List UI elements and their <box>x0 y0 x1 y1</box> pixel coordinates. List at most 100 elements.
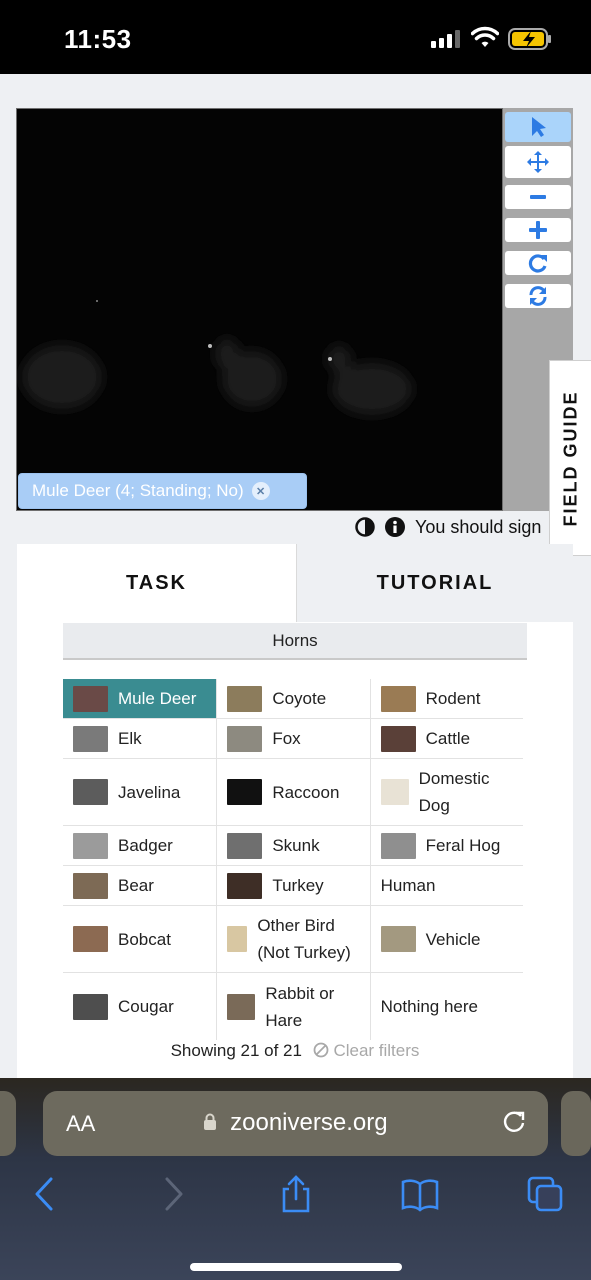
zoom-in-button[interactable] <box>505 218 571 242</box>
clock: 11:53 <box>64 24 132 54</box>
cellular-signal-icon <box>431 30 460 48</box>
clear-filters-button[interactable]: Clear filters <box>313 1041 420 1060</box>
close-icon[interactable]: ✕ <box>251 482 270 500</box>
species-mule-deer[interactable]: Mule Deer <box>63 679 217 718</box>
contrast-icon[interactable] <box>355 517 375 537</box>
species-turkey[interactable]: Turkey <box>216 866 369 905</box>
species-elk[interactable]: Elk <box>63 719 216 758</box>
annotation-chip[interactable]: Mule Deer (4; Standing; No) ✕ <box>18 473 307 509</box>
species-thumbnail <box>380 779 409 805</box>
species-row: Javelina Raccoon Domestic Dog <box>63 759 523 826</box>
rotate-button[interactable] <box>505 251 571 275</box>
tab-task[interactable]: TASK <box>17 544 296 622</box>
annotation-chip-label: Mule Deer (4; Standing; No) <box>32 481 244 500</box>
species-thumbnail <box>227 725 263 752</box>
species-thumbnail <box>227 993 256 1020</box>
lock-icon <box>204 1113 217 1130</box>
species-thumbnail <box>227 926 248 952</box>
status-bar: 11:53 <box>0 0 591 74</box>
species-row: Mule Deer Coyote Rodent <box>63 679 523 719</box>
species-other-bird[interactable]: Other Bird (Not Turkey) <box>216 906 369 972</box>
species-bobcat[interactable]: Bobcat <box>63 906 216 972</box>
browser-nav-bar <box>0 1174 591 1234</box>
species-nothing-here[interactable]: Nothing here <box>369 973 523 1040</box>
camera-trap-image[interactable] <box>16 108 503 511</box>
species-thumbnail <box>73 779 108 805</box>
reload-icon[interactable] <box>501 1109 527 1135</box>
classifier-page: FIELD GUIDE Mule Deer (4; Standing; No) … <box>0 74 591 1084</box>
species-fox[interactable]: Fox <box>216 719 369 758</box>
species-thumbnail <box>73 725 108 752</box>
species-thumbnail <box>227 872 263 899</box>
move-icon <box>527 151 549 173</box>
species-grid: Mule Deer Coyote Rodent Elk Fox Cattle J… <box>63 679 523 1040</box>
results-summary: Showing 21 of 21 Clear filters <box>17 1041 573 1061</box>
species-row: Cougar Rabbit or Hare Nothing here <box>63 973 523 1040</box>
share-icon[interactable] <box>276 1174 316 1214</box>
species-thumbnail <box>380 725 416 752</box>
species-human[interactable]: Human <box>369 866 523 905</box>
pointer-tool-button[interactable] <box>505 112 571 142</box>
species-javelina[interactable]: Javelina <box>63 759 216 825</box>
reset-button[interactable] <box>505 284 571 308</box>
species-cougar[interactable]: Cougar <box>63 973 216 1040</box>
browser-toolbar: AA zooniverse.org <box>0 1078 591 1280</box>
move-tool-button[interactable] <box>505 146 571 178</box>
home-indicator <box>190 1263 402 1271</box>
species-coyote[interactable]: Coyote <box>216 679 369 718</box>
rotate-icon <box>528 254 547 273</box>
species-cattle[interactable]: Cattle <box>369 719 523 758</box>
species-rodent[interactable]: Rodent <box>369 679 523 718</box>
species-domestic-dog[interactable]: Domestic Dog <box>369 759 523 825</box>
species-vehicle[interactable]: Vehicle <box>369 906 523 972</box>
species-thumbnail <box>73 685 108 712</box>
species-row: Elk Fox Cattle <box>63 719 523 759</box>
url-text: zooniverse.org <box>230 1109 388 1136</box>
pointer-icon <box>532 117 546 137</box>
bookmarks-icon[interactable] <box>400 1174 440 1214</box>
image-info-bar: You should sign <box>355 514 555 540</box>
species-thumbnail <box>73 926 108 952</box>
address-bar[interactable]: AA zooniverse.org <box>43 1091 548 1156</box>
species-thumbnail <box>380 685 416 712</box>
zoom-in-icon <box>529 221 547 239</box>
showing-count: Showing 21 of 21 <box>170 1041 302 1060</box>
field-guide-tab[interactable]: FIELD GUIDE <box>549 360 591 556</box>
species-thumbnail <box>227 685 263 712</box>
clear-filters-label: Clear filters <box>333 1041 420 1060</box>
species-thumbnail <box>73 993 108 1020</box>
species-thumbnail <box>380 832 416 859</box>
species-raccoon[interactable]: Raccoon <box>216 759 369 825</box>
sign-in-notice: You should sign <box>415 516 542 537</box>
zoom-out-button[interactable] <box>505 185 571 209</box>
task-panel: TASK TUTORIAL Horns Mule Deer Coyote Rod… <box>17 544 573 1084</box>
species-thumbnail <box>380 926 416 952</box>
night-deer-photo <box>17 109 502 510</box>
species-skunk[interactable]: Skunk <box>216 826 369 865</box>
tab-tutorial[interactable]: TUTORIAL <box>296 544 573 622</box>
previous-tab-preview[interactable] <box>0 1091 16 1156</box>
back-icon[interactable] <box>25 1174 65 1214</box>
species-thumbnail <box>227 779 263 805</box>
forward-icon[interactable] <box>153 1174 193 1214</box>
horns-filter-button[interactable]: Horns <box>63 623 527 660</box>
info-icon[interactable] <box>385 517 405 537</box>
tabs-icon[interactable] <box>525 1174 565 1214</box>
species-badger[interactable]: Badger <box>63 826 216 865</box>
ban-icon <box>313 1042 329 1058</box>
next-tab-preview[interactable] <box>561 1091 591 1156</box>
species-thumbnail <box>73 832 108 859</box>
species-feral-hog[interactable]: Feral Hog <box>369 826 523 865</box>
species-row: Badger Skunk Feral Hog <box>63 826 523 866</box>
task-tabs: TASK TUTORIAL <box>17 544 573 622</box>
species-rabbit-or-hare[interactable]: Rabbit or Hare <box>216 973 369 1040</box>
field-guide-label: FIELD GUIDE <box>560 389 581 527</box>
species-bear[interactable]: Bear <box>63 866 216 905</box>
species-thumbnail <box>73 872 108 899</box>
reset-icon <box>529 286 547 306</box>
species-row: Bobcat Other Bird (Not Turkey) Vehicle <box>63 906 523 973</box>
battery-icon <box>508 28 551 50</box>
zoom-out-icon <box>530 195 546 199</box>
species-thumbnail <box>227 832 263 859</box>
url-display[interactable]: zooniverse.org <box>43 1109 548 1137</box>
